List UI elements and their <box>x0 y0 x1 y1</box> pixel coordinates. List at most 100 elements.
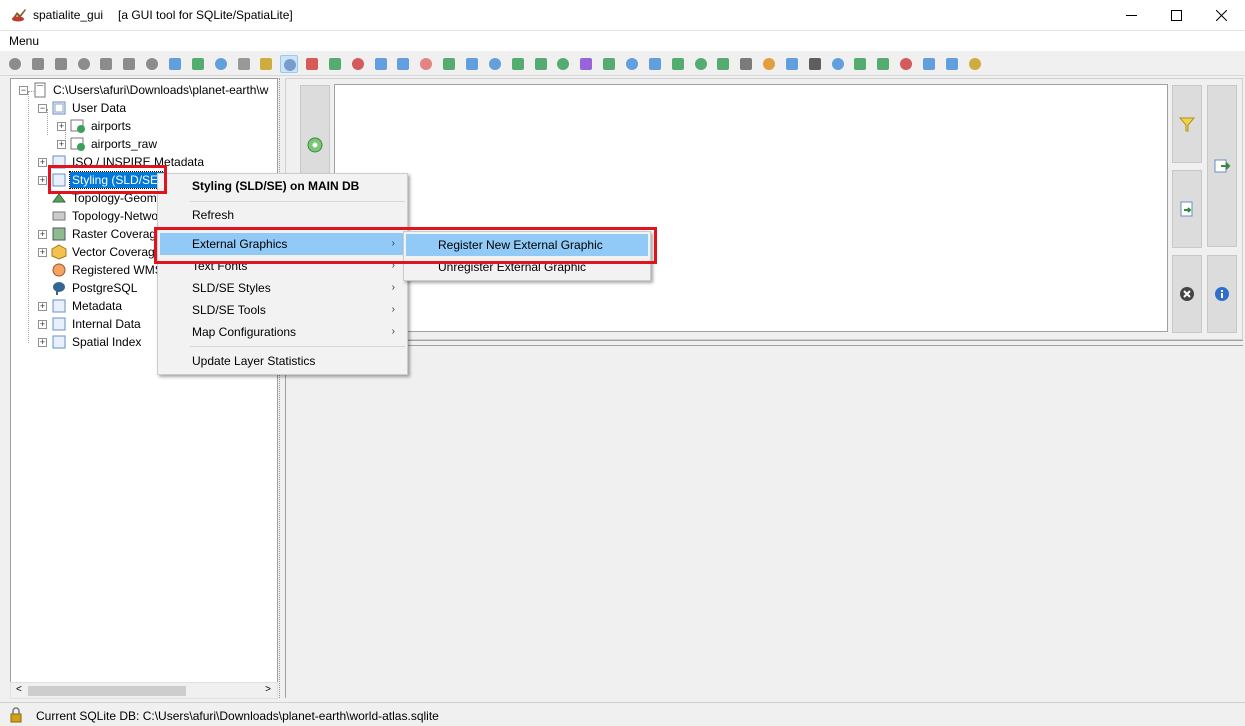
menu-button[interactable]: Menu <box>9 34 39 48</box>
toolbar-button-16[interactable] <box>349 55 367 73</box>
tree-item-user-data[interactable]: − User Data <box>38 99 128 117</box>
toolbar-button-3[interactable] <box>52 55 70 73</box>
toolbar-button-22[interactable] <box>486 55 504 73</box>
execute-sql-button[interactable] <box>1207 85 1237 247</box>
tree-item-metadata[interactable]: + Metadata <box>38 297 124 315</box>
tree-item-raster-coverages[interactable]: + Raster Coverages <box>38 225 171 243</box>
toolbar-button-14[interactable] <box>303 55 321 73</box>
toolbar-button-30[interactable] <box>669 55 687 73</box>
toolbar-button-23[interactable] <box>509 55 527 73</box>
toolbar-button-38[interactable] <box>851 55 869 73</box>
expand-icon[interactable]: + <box>38 301 47 311</box>
toolbar-button-8[interactable] <box>166 55 184 73</box>
scrollbar-thumb[interactable] <box>28 686 186 696</box>
toolbar-button-24[interactable] <box>532 55 550 73</box>
toolbar-button-31[interactable] <box>692 55 710 73</box>
tree-item-airports[interactable]: + airports <box>57 117 133 135</box>
tree-item-airports-raw[interactable]: + airports_raw <box>57 135 159 153</box>
toolbar-button-28[interactable] <box>623 55 641 73</box>
toolbar-button-40[interactable] <box>897 55 915 73</box>
toolbar-button-34[interactable] <box>760 55 778 73</box>
vertical-splitter[interactable] <box>279 78 284 698</box>
toolbar-button-25[interactable] <box>554 55 572 73</box>
tree-item-registered-wms[interactable]: Registered WMS <box>51 261 165 279</box>
scroll-right-icon[interactable]: > <box>265 684 271 695</box>
expand-icon[interactable]: + <box>38 157 47 167</box>
close-button[interactable] <box>1198 0 1244 30</box>
tree-horizontal-scrollbar[interactable]: < > <box>10 682 278 699</box>
info-button[interactable] <box>1207 255 1237 333</box>
expand-icon[interactable]: + <box>38 337 47 347</box>
tree-item-vector-coverages[interactable]: + Vector Coverages <box>38 243 169 261</box>
menu-item-sld-se-tools[interactable]: SLD/SE Tools › <box>160 299 405 321</box>
toolbar-button-35[interactable] <box>783 55 801 73</box>
tree-root-row[interactable]: − C:\Users\afuri\Downloads\planet-earth\… <box>19 81 270 99</box>
load-sql-button[interactable] <box>1172 170 1202 248</box>
sql-editor[interactable] <box>334 84 1168 332</box>
toolbar-button-13[interactable] <box>280 55 299 73</box>
toolbar-button-27[interactable] <box>600 55 618 73</box>
folder-table-icon <box>52 317 66 331</box>
maximize-button[interactable] <box>1153 0 1199 30</box>
toolbar-button-1[interactable] <box>6 55 24 73</box>
collapse-icon[interactable]: − <box>19 85 28 95</box>
toolbar <box>0 52 1245 76</box>
toolbar-button-18[interactable] <box>394 55 412 73</box>
menu-item-sld-se-styles[interactable]: SLD/SE Styles › <box>160 277 405 299</box>
collapse-icon[interactable]: − <box>38 103 47 113</box>
toolbar-button-37[interactable] <box>829 55 847 73</box>
expand-icon[interactable]: + <box>38 229 47 239</box>
toolbar-tool-icon <box>877 58 890 70</box>
toolbar-button-10[interactable] <box>212 55 230 73</box>
toolbar-button-21[interactable] <box>463 55 481 73</box>
scroll-left-icon[interactable]: < <box>16 684 22 695</box>
close-icon <box>1215 9 1227 21</box>
toolbar-button-43[interactable] <box>966 55 984 73</box>
toolbar-button-7[interactable] <box>143 55 161 73</box>
toolbar-tool-icon <box>191 58 204 70</box>
toolbar-button-9[interactable] <box>189 55 207 73</box>
filter-button[interactable] <box>1172 85 1202 163</box>
toolbar-button-17[interactable] <box>372 55 390 73</box>
toolbar-button-19[interactable] <box>417 55 435 73</box>
toolbar-button-29[interactable] <box>646 55 664 73</box>
annotation-box-styling <box>48 165 167 194</box>
tree-item-postgresql[interactable]: PostgreSQL <box>51 279 139 297</box>
expand-icon[interactable]: + <box>57 121 66 131</box>
toolbar-tool-icon <box>580 58 593 70</box>
menu-item-map-configurations[interactable]: Map Configurations › <box>160 321 405 343</box>
expand-icon[interactable]: + <box>38 247 47 257</box>
toolbar-button-26[interactable] <box>577 55 595 73</box>
expand-icon[interactable]: + <box>57 139 66 149</box>
toolbar-button-41[interactable] <box>920 55 938 73</box>
menu-item-refresh[interactable]: Refresh <box>160 204 405 226</box>
spatialite-logo-icon <box>12 9 26 22</box>
toolbar-tool-icon <box>31 58 44 70</box>
vector-cube-icon <box>51 244 67 260</box>
toolbar-button-32[interactable] <box>714 55 732 73</box>
clear-sql-button[interactable] <box>1172 255 1202 333</box>
expand-icon[interactable]: + <box>38 175 47 185</box>
toolbar-button-6[interactable] <box>120 55 138 73</box>
toolbar-tool-icon <box>374 58 387 70</box>
menu-item-update-layer-statistics[interactable]: Update Layer Statistics <box>160 350 405 372</box>
toolbar-button-4[interactable] <box>75 55 93 73</box>
toolbar-button-5[interactable] <box>97 55 115 73</box>
tree-item-topology-network[interactable]: Topology-Network <box>51 207 170 225</box>
status-text: Current SQLite DB: C:\Users\afuri\Downlo… <box>36 709 439 723</box>
tree-item-internal-data[interactable]: + Internal Data <box>38 315 143 333</box>
menu-separator <box>190 346 405 347</box>
toolbar-button-33[interactable] <box>737 55 755 73</box>
toolbar-button-15[interactable] <box>326 55 344 73</box>
expand-icon[interactable]: + <box>38 319 47 329</box>
toolbar-button-12[interactable] <box>257 55 275 73</box>
minimize-button[interactable] <box>1108 0 1154 30</box>
toolbar-button-36[interactable] <box>806 55 824 73</box>
toolbar-button-42[interactable] <box>943 55 961 73</box>
toolbar-button-20[interactable] <box>440 55 458 73</box>
toolbar-button-2[interactable] <box>29 55 47 73</box>
toolbar-tool-icon <box>168 58 181 70</box>
toolbar-button-11[interactable] <box>235 55 253 73</box>
toolbar-button-39[interactable] <box>874 55 892 73</box>
tree-item-spatial-index[interactable]: + Spatial Index <box>38 333 143 351</box>
